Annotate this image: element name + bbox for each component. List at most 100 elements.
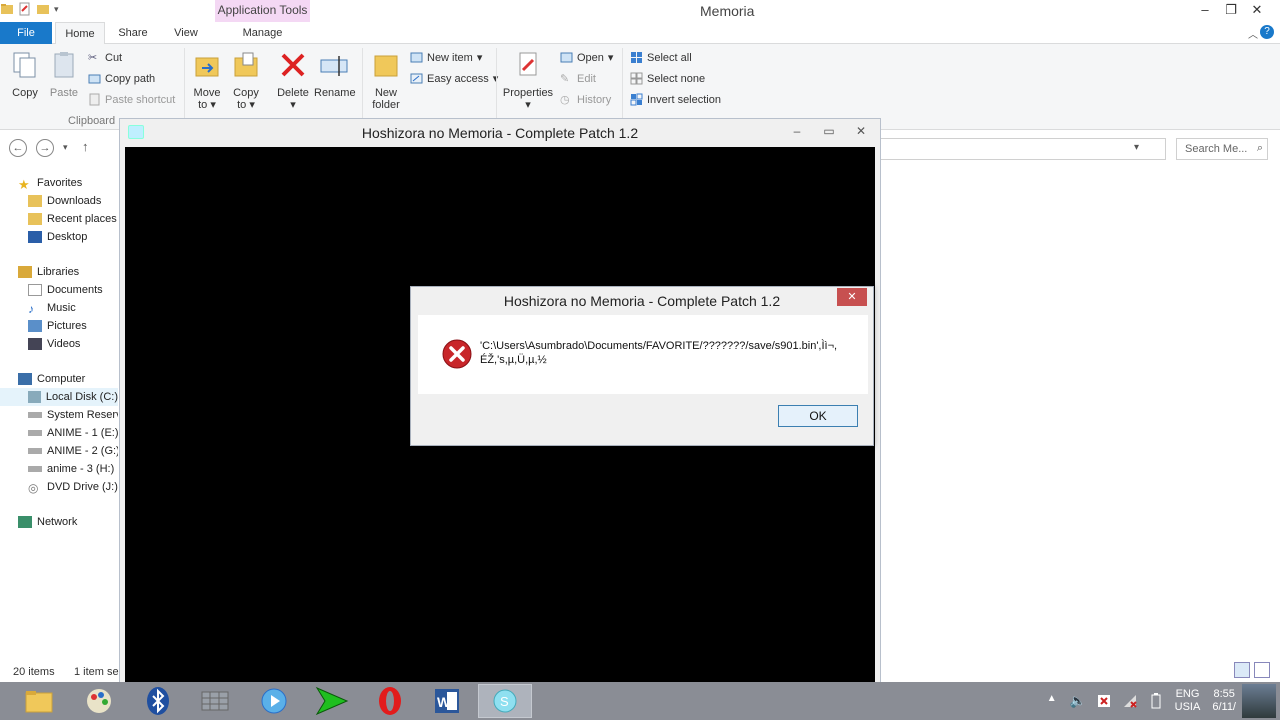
green-arrow-icon [315,686,349,716]
game-maximize-button[interactable]: ▭ [816,122,842,140]
show-desktop-button[interactable] [1242,684,1276,718]
properties-icon[interactable] [18,2,32,16]
drive-icon [28,391,41,403]
dialog-close-button[interactable]: ✕ [837,288,867,306]
edit-button[interactable]: ✎ Edit [560,72,596,86]
select-all-button[interactable]: Select all [630,51,692,64]
address-dropdown-icon[interactable]: ▾ [1134,142,1139,153]
recent-locations-icon[interactable]: ▾ [63,142,68,153]
nav-music[interactable]: ♪ Music [28,299,76,317]
game-minimize-button[interactable]: – [784,122,810,140]
nav-network[interactable]: Network [18,513,77,531]
paint-icon [87,689,111,713]
libraries-icon [18,266,32,278]
taskbar-paint[interactable] [72,684,126,718]
invert-selection-button[interactable]: Invert selection [630,93,721,106]
new-folder-button[interactable]: New folder [368,50,404,111]
move-to-button[interactable]: Move to ▾ [190,50,224,111]
group-separator [184,48,185,126]
dialog-title: Hoshizora no Memoria - Complete Patch 1.… [503,293,781,309]
properties-button[interactable]: Properties ▾ [502,50,554,111]
ok-button[interactable]: OK [778,405,858,427]
taskbar-app-grid[interactable] [188,684,242,718]
nav-anime3[interactable]: anime - 3 (H:) [28,460,114,478]
help-icon[interactable]: ? [1260,25,1274,39]
copy-path-button[interactable]: Copy path [88,72,155,85]
taskbar-media-player[interactable] [247,684,301,718]
rename-button[interactable]: Rename [314,50,356,99]
nav-pictures[interactable]: Pictures [28,317,87,335]
nav-system-reserved[interactable]: System Reserve [28,406,118,424]
tab-file[interactable]: File [0,22,52,44]
tab-view[interactable]: View [165,22,207,44]
nav-dvd-drive[interactable]: ◎DVD Drive (J:) N [28,478,118,496]
dialog-footer: OK [418,394,868,439]
delete-button[interactable]: Delete ▾ [274,50,312,111]
paste-shortcut-button[interactable]: Paste shortcut [88,93,175,106]
clock[interactable]: 8:55 6/11/ [1212,688,1236,714]
search-icon[interactable]: ⌕ [1257,142,1263,155]
nav-anime1[interactable]: ANIME - 1 (E:) [28,424,118,442]
easy-access-button[interactable]: Easy access ▾ [410,72,498,85]
open-button[interactable]: Open ▾ [560,51,613,64]
action-center-icon[interactable] [1096,693,1112,709]
maximize-button[interactable]: ❐ [1218,0,1244,20]
navigation-pane: ★ Favorites Downloads Recent places Deskt… [0,164,118,664]
minimize-ribbon-icon[interactable]: ︿ [1248,26,1258,41]
history-button[interactable]: ◷ History [560,93,611,107]
show-hidden-icons[interactable]: ▲ [1044,693,1060,709]
new-folder-icon[interactable] [36,2,50,16]
nav-computer[interactable]: Computer [18,370,85,388]
nav-local-disk[interactable]: Local Disk (C:) [0,388,118,406]
nav-favorites[interactable]: ★ Favorites [18,174,82,192]
tab-manage[interactable]: Manage [215,22,310,44]
easy-access-icon [410,73,423,84]
rename-icon [320,56,348,76]
paste-button[interactable]: Paste [48,50,80,99]
network-status-icon[interactable] [1122,693,1138,709]
nav-documents[interactable]: Documents [28,281,103,299]
minimize-button[interactable]: – [1192,0,1218,20]
taskbar-word[interactable]: W [420,684,474,718]
taskbar-opera[interactable] [363,684,417,718]
new-item-button[interactable]: New item ▾ [410,51,482,64]
search-input[interactable]: Search Me... ⌕ [1176,138,1268,160]
address-bar[interactable]: ▾ ↻ [876,138,1187,160]
taskbar-game-active[interactable]: S [478,684,532,718]
nav-libraries[interactable]: Libraries [18,263,79,281]
tab-share[interactable]: Share [110,22,156,44]
edit-icon: ✎ [560,73,570,85]
copy-to-button[interactable]: Copy to ▾ [229,50,263,111]
large-icons-view-icon[interactable] [1254,662,1270,678]
copy-path-icon [88,74,101,84]
nav-desktop[interactable]: Desktop [28,228,87,246]
nav-recent-places[interactable]: Recent places [28,210,117,228]
battery-icon[interactable] [1148,693,1164,709]
cut-button[interactable]: ✂ Cut [88,51,122,65]
taskbar-green-app[interactable] [305,684,359,718]
customize-qat-icon[interactable]: ▾ [54,4,59,15]
network-icon [18,516,32,528]
close-button[interactable]: ✕ [1244,0,1270,20]
dialog-body: 'C:\Users\Asumbrado\Documents/FAVORITE/?… [418,315,868,394]
forward-button[interactable]: → [36,139,54,157]
invert-selection-icon [630,93,643,106]
selected-count: 1 item se [74,666,119,678]
input-language[interactable]: ENG USIA [1175,688,1201,714]
volume-icon[interactable]: 🔈 [1070,693,1086,709]
nav-videos[interactable]: Videos [28,335,80,353]
up-icon[interactable]: ↑ [82,139,89,154]
select-none-button[interactable]: Select none [630,72,705,85]
details-view-icon[interactable] [1234,662,1250,678]
taskbar-file-explorer[interactable] [12,684,66,718]
pictures-icon [28,320,42,332]
back-button[interactable]: ← [9,139,27,157]
nav-downloads[interactable]: Downloads [28,192,101,210]
system-tray: ▲ 🔈 ENG USIA 8:55 6/11/ [1039,682,1280,720]
taskbar-bluetooth[interactable] [131,684,185,718]
nav-anime2[interactable]: ANIME - 2 (G:) [28,442,118,460]
copy-button[interactable]: Copy [8,50,42,99]
tab-home[interactable]: Home [55,22,105,45]
clipboard-group-label: Clipboard [68,115,116,127]
game-close-button[interactable]: ✕ [848,122,874,140]
